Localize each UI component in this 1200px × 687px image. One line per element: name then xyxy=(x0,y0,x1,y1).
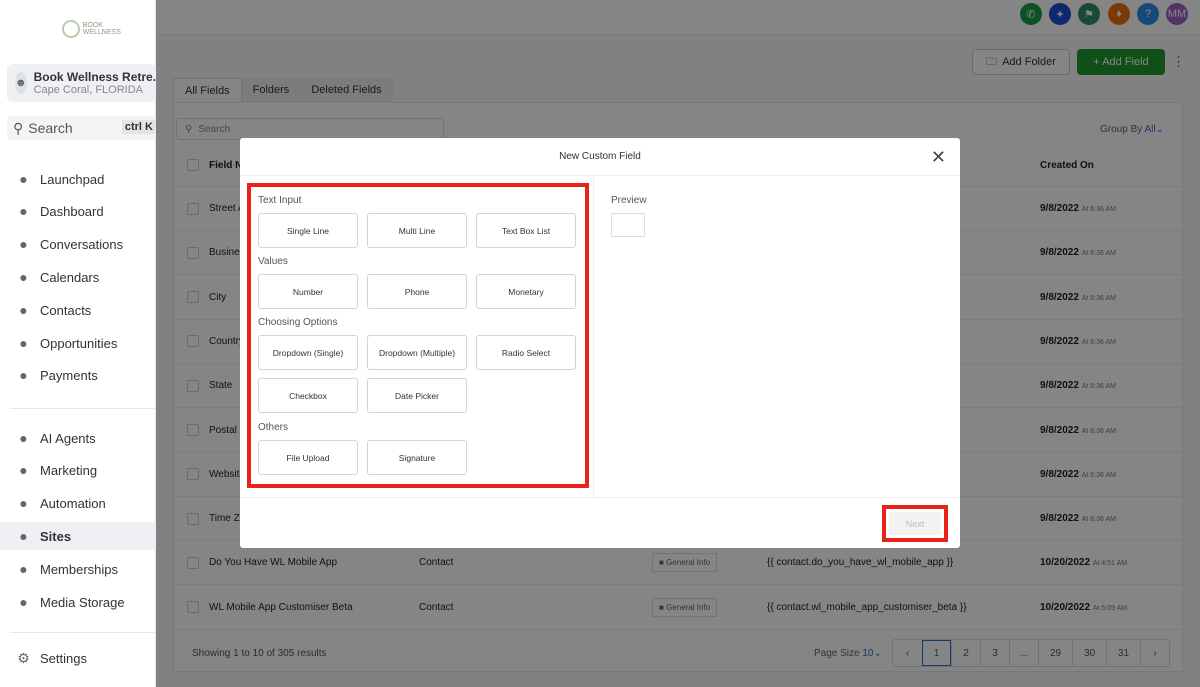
sidebar: BOOK WELLNESS ☻ Book Wellness Retre... Ca… xyxy=(0,0,163,687)
sidebar-item-label: Conversations xyxy=(40,236,124,252)
next-highlight: Next xyxy=(882,505,948,542)
location-icon: ☻ xyxy=(15,72,27,94)
sidebar-item-calendars[interactable]: ● Calendars xyxy=(0,263,156,291)
sidebar-item-label: Opportunities xyxy=(40,335,118,351)
sidebar-item-contacts[interactable]: ● Contacts xyxy=(0,296,156,324)
new-custom-field-modal: New Custom Field ✕ Preview Text Input Sin… xyxy=(240,138,960,548)
location-address: Cape Coral, FLORIDA xyxy=(33,84,144,96)
membership-icon: ● xyxy=(19,561,28,577)
sidebar-item-label: Sites xyxy=(40,528,72,544)
gear-icon: ⚙ xyxy=(17,649,30,666)
pipeline-icon: ● xyxy=(19,335,28,351)
divider xyxy=(10,408,156,409)
sidebar-item-label: Automation xyxy=(40,495,106,511)
location-name: Book Wellness Retre... xyxy=(33,70,163,84)
send-icon: ● xyxy=(19,462,28,478)
sidebar-item-dashboard[interactable]: ● Dashboard xyxy=(0,197,156,225)
sites-icon: ● xyxy=(19,528,28,544)
preview-label: Preview xyxy=(611,195,647,206)
search-label: Search xyxy=(28,120,73,136)
sidebar-item-label: Calendars xyxy=(40,269,100,285)
sidebar-item-label: Contacts xyxy=(40,302,92,318)
sidebar-item-label: Payments xyxy=(40,367,98,383)
sidebar-item-label: Media Storage xyxy=(40,594,125,610)
close-icon[interactable]: ✕ xyxy=(931,148,946,166)
sidebar-item-conversations[interactable]: ● Conversations xyxy=(0,230,156,258)
divider xyxy=(593,176,594,497)
next-button[interactable]: Next xyxy=(889,512,941,535)
sidebar-item-ai-agents[interactable]: ● AI Agents xyxy=(0,424,156,452)
sidebar-item-memberships[interactable]: ● Memberships xyxy=(0,555,156,583)
search-icon: ⚲ xyxy=(13,119,24,136)
location-switcher[interactable]: ☻ Book Wellness Retre... Cape Coral, FLOR… xyxy=(7,64,163,102)
sidebar-item-payments[interactable]: ● Payments xyxy=(0,361,156,389)
lotus-icon xyxy=(62,20,80,38)
chat-icon: ● xyxy=(19,236,28,252)
shortcut-badge: ctrl K xyxy=(121,120,156,134)
sidebar-item-settings[interactable]: ⚙ Settings xyxy=(0,644,156,672)
sidebar-item-media-storage[interactable]: ● Media Storage xyxy=(0,588,156,616)
contacts-icon: ● xyxy=(19,302,28,318)
grid-icon: ● xyxy=(19,203,28,219)
logo: BOOK WELLNESS xyxy=(62,18,142,40)
sidebar-item-label: Settings xyxy=(40,650,87,666)
automation-icon: ● xyxy=(19,495,28,511)
sidebar-search[interactable]: ⚲ Search ctrl K xyxy=(7,116,156,140)
modal-title: New Custom Field xyxy=(240,138,960,176)
sidebar-item-automation[interactable]: ● Automation xyxy=(0,489,156,517)
payments-icon: ● xyxy=(19,367,28,383)
sidebar-item-label: Memberships xyxy=(40,561,119,577)
logo-text: BOOK WELLNESS xyxy=(82,22,121,36)
sidebar-item-label: Dashboard xyxy=(40,203,104,219)
divider xyxy=(240,497,960,498)
sidebar-item-label: Launchpad xyxy=(40,171,105,187)
sidebar-item-launchpad[interactable]: ● Launchpad xyxy=(0,165,156,193)
divider xyxy=(10,632,156,633)
highlight-box xyxy=(247,183,589,488)
sidebar-item-label: AI Agents xyxy=(40,430,96,446)
calendar-icon: ● xyxy=(19,269,28,285)
sidebar-item-label: Marketing xyxy=(40,462,98,478)
sidebar-item-marketing[interactable]: ● Marketing xyxy=(0,456,156,484)
rocket-icon: ● xyxy=(19,171,28,187)
sidebar-item-opportunities[interactable]: ● Opportunities xyxy=(0,329,156,357)
sidebar-item-sites[interactable]: ● Sites xyxy=(0,522,156,550)
image-icon: ● xyxy=(19,594,28,610)
preview-box xyxy=(611,213,645,237)
sparkle-icon: ● xyxy=(19,430,28,446)
